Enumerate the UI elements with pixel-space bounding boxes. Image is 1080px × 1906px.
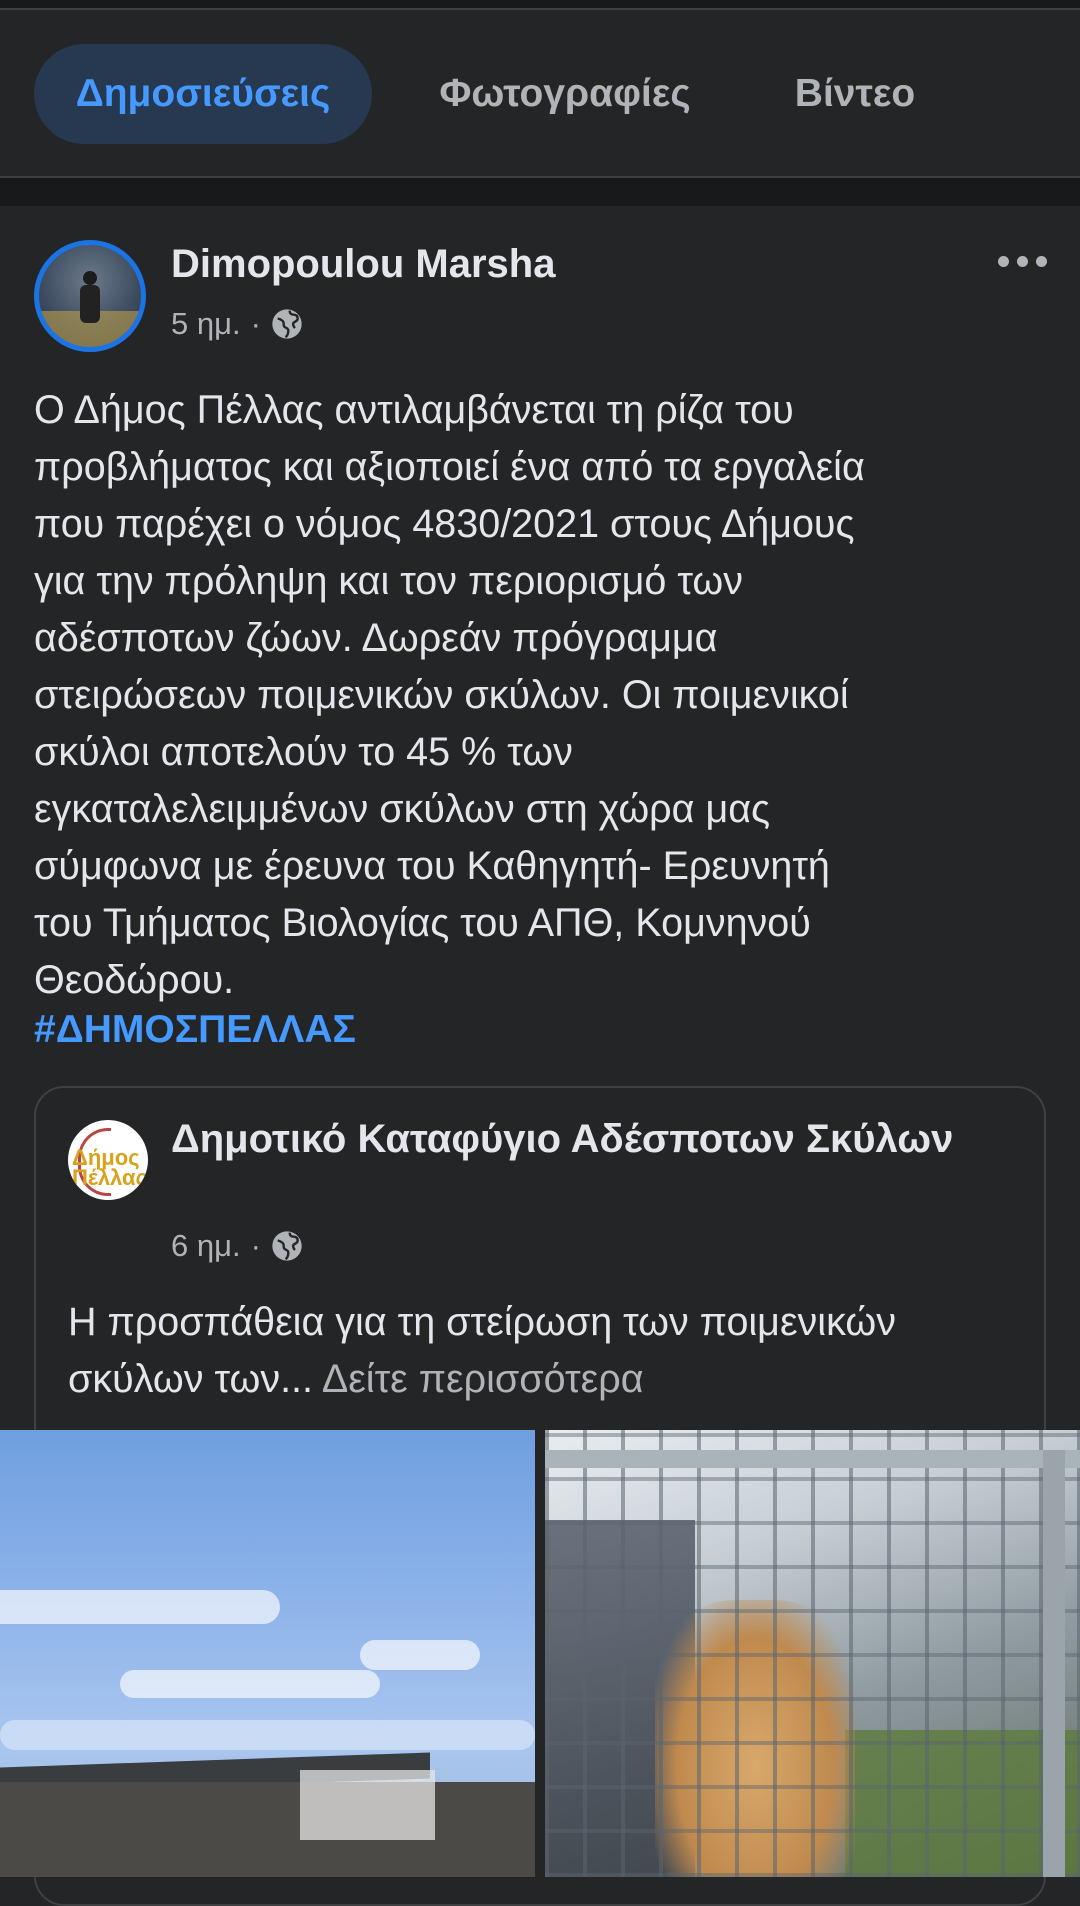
shared-page-name[interactable]: Δημοτικό Καταφύγιο Αδέσποτων Σκύλων [171,1112,991,1167]
post-hashtag[interactable]: #ΔΗΜΟΣΠΕΛΛΑΣ [34,1008,356,1052]
avatar-photo-figure [83,271,97,285]
photo-cage-frame [1043,1450,1065,1877]
photo-gap [535,1430,545,1877]
logo-text: Δήμος Πέλλας [72,1145,147,1190]
photo-cloud [360,1640,480,1670]
avatar-photo-body [80,285,100,323]
photo-shelter-wall [0,1782,535,1877]
post-author-name[interactable]: Dimopoulou Marsha [171,242,555,287]
photo-shelter-cover [300,1770,435,1840]
avatar[interactable] [34,240,146,352]
more-options-icon[interactable] [998,256,1047,267]
post-photo-1[interactable] [0,1430,535,1877]
post-body-text: Ο Δήμος Πέλλας αντιλαμβάνεται τη ρίζα το… [34,388,865,1002]
photo-cloud [120,1670,380,1698]
globe-icon [272,1231,302,1261]
profile-tabs: Δημοσιεύσεις Φωτογραφίες Βίντεο [0,10,1080,180]
meta-separator: · [250,306,261,341]
photo-cage-frame [545,1450,1080,1468]
see-more-link[interactable]: Δείτε περισσότερα [322,1357,644,1401]
photo-cage-mesh [545,1430,1080,1877]
shared-page-logo[interactable]: Δήμος Πέλλας [68,1120,148,1200]
shared-post-meta: 6 ημ. · [171,1228,303,1264]
feed-separator [0,178,1080,206]
tab-videos[interactable]: Βίντεο [760,44,950,144]
photo-cloud [0,1720,535,1750]
globe-icon [272,309,302,339]
post-photo-2[interactable] [545,1430,1080,1877]
post-timestamp[interactable]: 5 ημ. [171,306,241,342]
shared-post-timestamp[interactable]: 6 ημ. [171,1228,241,1264]
tab-posts[interactable]: Δημοσιεύσεις [34,44,372,144]
post-meta: 5 ημ. · [171,306,303,342]
tab-photos[interactable]: Φωτογραφίες [400,44,730,144]
meta-separator: · [250,1228,261,1263]
photo-cloud [0,1590,280,1624]
shared-post-text: Η προσπάθεια για τη στείρωση των ποιμενι… [68,1294,1028,1408]
